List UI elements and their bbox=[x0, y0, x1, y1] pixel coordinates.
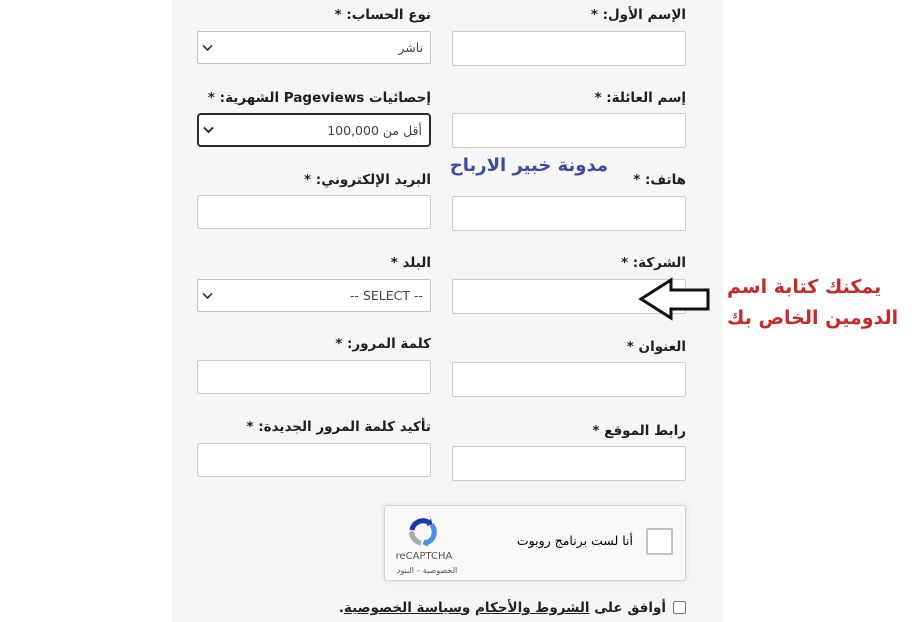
account-type-select[interactable]: ناشر bbox=[197, 31, 431, 64]
recaptcha-brand: reCAPTCHA bbox=[395, 551, 453, 562]
agree-joiner: و bbox=[461, 600, 471, 616]
recaptcha-checkbox[interactable] bbox=[646, 528, 673, 555]
recaptcha-label: أنا لست برنامج روبوت bbox=[516, 533, 633, 548]
address-input[interactable] bbox=[452, 362, 686, 397]
account-type-value: ناشر bbox=[398, 40, 423, 55]
country-label: البلد * bbox=[390, 255, 431, 271]
confirm-password-input[interactable] bbox=[197, 443, 431, 477]
website-input[interactable] bbox=[452, 446, 686, 481]
monthly-pageviews-select[interactable]: أقل من 100,000 bbox=[197, 113, 431, 147]
account-type-label: نوع الحساب: * bbox=[334, 7, 431, 23]
company-label: الشركة: * bbox=[620, 255, 686, 271]
confirm-password-label: تأكيد كلمة المرور الجديدة: * bbox=[246, 419, 431, 435]
recaptcha-privacy-link[interactable]: الخصوصية bbox=[423, 566, 457, 575]
country-select[interactable]: -- SELECT -- bbox=[197, 279, 431, 312]
arrow-left-icon bbox=[638, 277, 710, 321]
chevron-down-icon bbox=[202, 44, 213, 51]
last-name-input[interactable] bbox=[452, 113, 686, 148]
last-name-label: إسم العائلة: * bbox=[594, 90, 686, 106]
blog-watermark: مدونة خبير الارباح bbox=[449, 155, 608, 176]
email-label: البريد الإلكتروني: * bbox=[304, 172, 431, 188]
agree-checkbox[interactable] bbox=[673, 601, 686, 614]
phone-input[interactable] bbox=[452, 196, 686, 231]
agree-prefix: أوافق على bbox=[594, 600, 666, 616]
monthly-pageviews-label: إحصائيات Pageviews الشهرية: * bbox=[207, 90, 431, 106]
first-name-label: الإسم الأول: * bbox=[590, 7, 686, 23]
country-value: -- SELECT -- bbox=[349, 288, 423, 303]
chevron-down-icon bbox=[203, 126, 214, 134]
email-input[interactable] bbox=[197, 195, 431, 229]
recaptcha-link-separator: - bbox=[416, 566, 420, 575]
website-label: رابط الموقع * bbox=[592, 423, 686, 439]
terms-link[interactable]: الشروط والأحكام bbox=[475, 600, 590, 616]
recaptcha-logo-icon bbox=[408, 518, 437, 547]
password-label: كلمة المرور: * bbox=[335, 336, 431, 352]
domain-hint-line-2: الدومين الخاص بك bbox=[727, 307, 899, 329]
privacy-link[interactable]: سياسة الخصوصية bbox=[344, 600, 462, 616]
password-input[interactable] bbox=[197, 360, 431, 394]
address-label: العنوان * bbox=[626, 339, 686, 355]
chevron-down-icon bbox=[202, 292, 213, 299]
domain-hint-line-1: يمكنك كتابة اسم bbox=[727, 276, 882, 298]
domain-hint-text: يمكنك كتابة اسم الدومين الخاص بك bbox=[727, 272, 912, 334]
recaptcha-links: الخصوصية-البنود bbox=[379, 566, 475, 576]
recaptcha-terms-link[interactable]: البنود bbox=[397, 566, 414, 575]
agree-text: أوافق على الشروط والأحكام وسياسة الخصوصي… bbox=[300, 599, 666, 617]
monthly-pageviews-value: أقل من 100,000 bbox=[327, 122, 422, 138]
first-name-input[interactable] bbox=[452, 31, 686, 66]
